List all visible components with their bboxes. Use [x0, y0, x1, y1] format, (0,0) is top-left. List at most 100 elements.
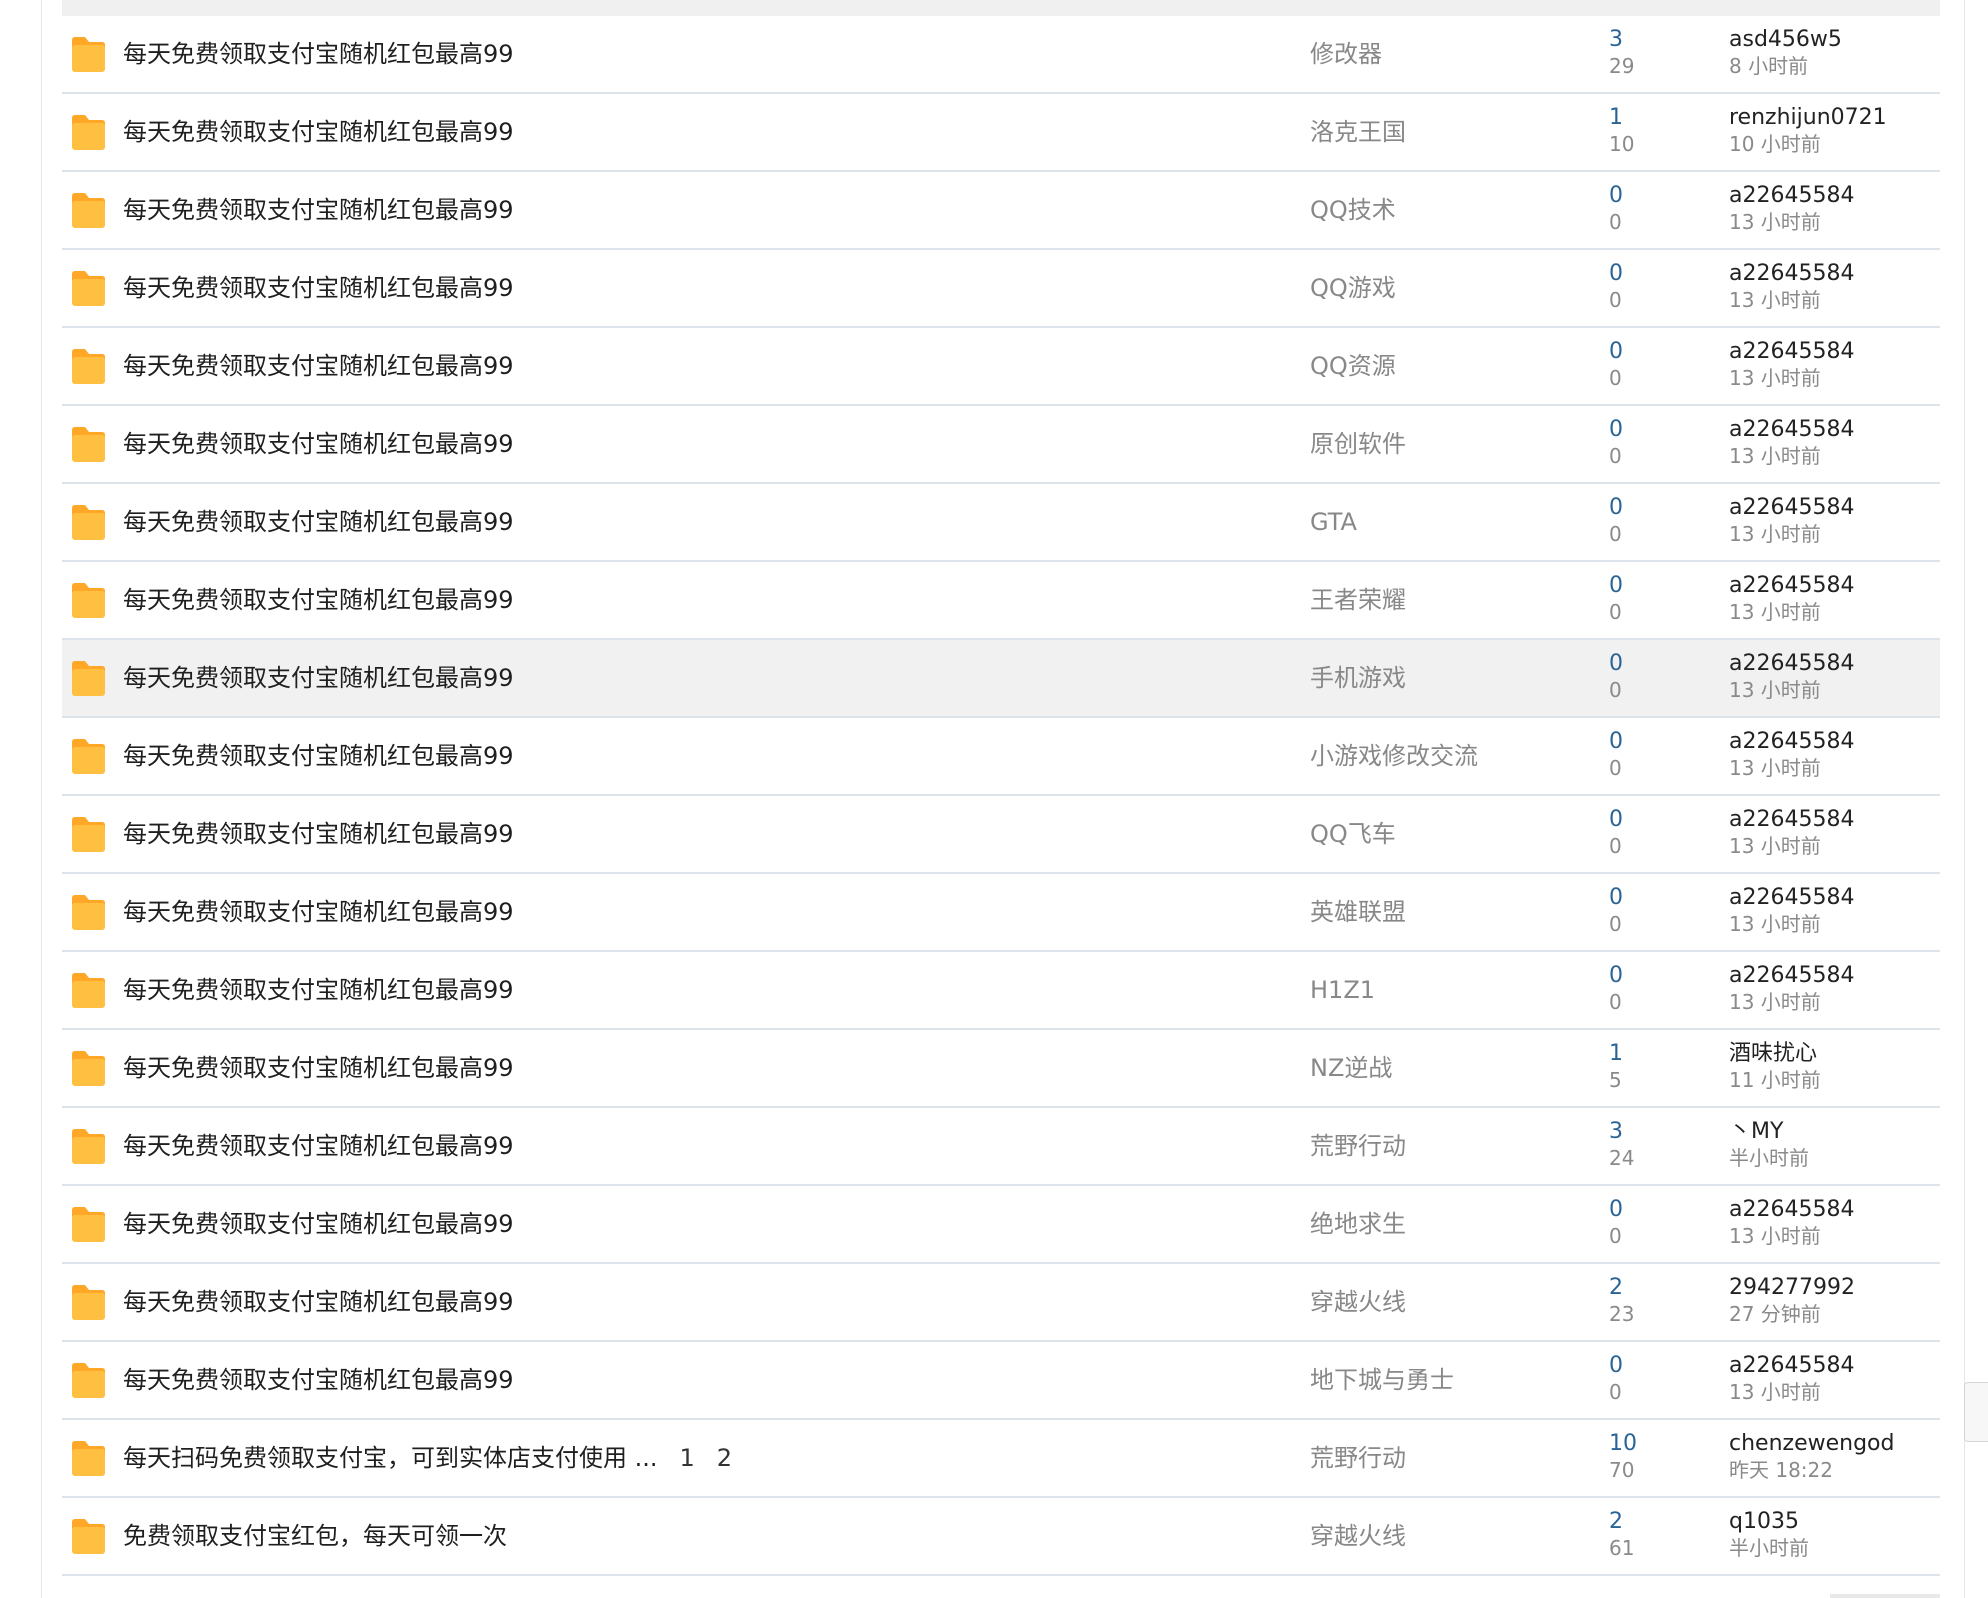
reply-count[interactable]: 0: [1609, 1353, 1623, 1379]
last-post-user-link[interactable]: a22645584: [1729, 1353, 1854, 1379]
thread-title-text[interactable]: 每天免费领取支付宝随机红包最高99: [123, 1054, 514, 1082]
thread-title-link[interactable]: 每天免费领取支付宝随机红包最高99: [123, 1108, 514, 1184]
thread-title-link[interactable]: 每天免费领取支付宝随机红包最高99: [123, 718, 514, 794]
last-post-user-link[interactable]: a22645584: [1729, 807, 1854, 833]
thread-row[interactable]: 每天免费领取支付宝随机红包最高99 洛克王国 1 10 renzhijun0721 10 …: [62, 94, 1940, 172]
reply-count[interactable]: 0: [1609, 417, 1623, 443]
thread-title-text[interactable]: 每天免费领取支付宝随机红包最高99: [123, 586, 514, 614]
thread-title-link[interactable]: 每天免费领取支付宝随机红包最高99: [123, 1264, 514, 1340]
last-post-user-link[interactable]: a22645584: [1729, 1197, 1854, 1223]
thread-title-text[interactable]: 每天免费领取支付宝随机红包最高99: [123, 196, 514, 224]
thread-row[interactable]: 每天免费领取支付宝随机红包最高99 原创软件 0 0 a22645584 13 小时前: [62, 406, 1940, 484]
reply-count[interactable]: 2: [1609, 1275, 1623, 1301]
thread-row[interactable]: 每天免费领取支付宝随机红包最高99 QQ飞车 0 0 a22645584 13 小时前: [62, 796, 1940, 874]
thread-title-text[interactable]: 每天免费领取支付宝随机红包最高99: [123, 664, 514, 692]
thread-row[interactable]: 每天免费领取支付宝随机红包最高99 H1Z1 0 0 a22645584 13 小时前: [62, 952, 1940, 1030]
last-post-user-link[interactable]: a22645584: [1729, 183, 1854, 209]
thread-row[interactable]: 每天免费领取支付宝随机红包最高99 修改器 3 29 asd456w5 8 小时前: [62, 16, 1940, 94]
thread-title-text[interactable]: 每天免费领取支付宝随机红包最高99: [123, 352, 514, 380]
last-post-user-link[interactable]: a22645584: [1729, 963, 1854, 989]
thread-title-link[interactable]: 免费领取支付宝红包，每天可领一次: [123, 1498, 507, 1574]
reply-count[interactable]: 0: [1609, 1197, 1623, 1223]
thread-title-text[interactable]: 每天扫码免费领取支付宝，可到实体店支付使用 ...: [123, 1444, 658, 1472]
reply-count[interactable]: 0: [1609, 183, 1623, 209]
last-post-user-link[interactable]: a22645584: [1729, 339, 1854, 365]
thread-title-link[interactable]: 每天免费领取支付宝随机红包最高99: [123, 640, 514, 716]
thread-page-link[interactable]: 1: [680, 1444, 695, 1472]
last-post-user-link[interactable]: renzhijun0721: [1729, 105, 1887, 131]
last-post-user-link[interactable]: a22645584: [1729, 885, 1854, 911]
thread-title-link[interactable]: 每天免费领取支付宝随机红包最高99: [123, 406, 514, 482]
thread-forum-link[interactable]: GTA: [1310, 484, 1357, 560]
thread-row[interactable]: 每天免费领取支付宝随机红包最高99 穿越火线 2 23 294277992 27 分钟前: [62, 1264, 1940, 1342]
last-post-user-link[interactable]: a22645584: [1729, 261, 1854, 287]
thread-forum-link[interactable]: 洛克王国: [1310, 94, 1406, 170]
last-post-user-link[interactable]: 丶MY: [1729, 1119, 1783, 1145]
thread-forum-link[interactable]: QQ游戏: [1310, 250, 1396, 326]
reply-count[interactable]: 2: [1609, 1509, 1623, 1535]
reply-count[interactable]: 0: [1609, 963, 1623, 989]
thread-title-text[interactable]: 每天免费领取支付宝随机红包最高99: [123, 898, 514, 926]
thread-forum-link[interactable]: NZ逆战: [1310, 1030, 1392, 1106]
thread-forum-link[interactable]: QQ资源: [1310, 328, 1396, 404]
last-post-user-link[interactable]: a22645584: [1729, 495, 1854, 521]
thread-title-text[interactable]: 每天免费领取支付宝随机红包最高99: [123, 274, 514, 302]
thread-title-text[interactable]: 每天免费领取支付宝随机红包最高99: [123, 1366, 514, 1394]
thread-row[interactable]: 每天免费领取支付宝随机红包最高99 QQ技术 0 0 a22645584 13 小时前: [62, 172, 1940, 250]
thread-forum-link[interactable]: 小游戏修改交流: [1310, 718, 1478, 794]
reply-count[interactable]: 0: [1609, 339, 1623, 365]
last-post-user-link[interactable]: a22645584: [1729, 729, 1854, 755]
reply-count[interactable]: 1: [1609, 1041, 1623, 1067]
reply-count[interactable]: 0: [1609, 807, 1623, 833]
thread-forum-link[interactable]: 绝地求生: [1310, 1186, 1406, 1262]
thread-row[interactable]: 每天扫码免费领取支付宝，可到实体店支付使用 ... 1 2 荒野行动 10 70 chenz…: [62, 1420, 1940, 1498]
reply-count[interactable]: 0: [1609, 495, 1623, 521]
reply-count[interactable]: 0: [1609, 261, 1623, 287]
thread-title-link[interactable]: 每天免费领取支付宝随机红包最高99: [123, 484, 514, 560]
thread-forum-link[interactable]: 荒野行动: [1310, 1108, 1406, 1184]
thread-forum-link[interactable]: 荒野行动: [1310, 1420, 1406, 1496]
thread-row[interactable]: 每天免费领取支付宝随机红包最高99 荒野行动 3 24 丶MY 半小时前: [62, 1108, 1940, 1186]
reply-count[interactable]: 0: [1609, 729, 1623, 755]
thread-title-text[interactable]: 每天免费领取支付宝随机红包最高99: [123, 1210, 514, 1238]
thread-title-link[interactable]: 每天免费领取支付宝随机红包最高99: [123, 1030, 514, 1106]
reply-count[interactable]: 1: [1609, 105, 1623, 131]
thread-title-link[interactable]: 每天免费领取支付宝随机红包最高99: [123, 952, 514, 1028]
thread-forum-link[interactable]: 原创软件: [1310, 406, 1406, 482]
thread-title-text[interactable]: 每天免费领取支付宝随机红包最高99: [123, 430, 514, 458]
reply-count[interactable]: 0: [1609, 885, 1623, 911]
thread-title-text[interactable]: 每天免费领取支付宝随机红包最高99: [123, 1132, 514, 1160]
last-post-user-link[interactable]: 酒味扰心: [1729, 1041, 1817, 1067]
thread-forum-link[interactable]: 手机游戏: [1310, 640, 1406, 716]
thread-title-link[interactable]: 每天免费领取支付宝随机红包最高99: [123, 562, 514, 638]
thread-title-link[interactable]: 每天免费领取支付宝随机红包最高99: [123, 796, 514, 872]
thread-title-text[interactable]: 每天免费领取支付宝随机红包最高99: [123, 742, 514, 770]
last-post-user-link[interactable]: a22645584: [1729, 651, 1854, 677]
scroll-to-top-handle[interactable]: [1964, 1382, 1988, 1442]
thread-forum-link[interactable]: 穿越火线: [1310, 1498, 1406, 1574]
thread-title-link[interactable]: 每天免费领取支付宝随机红包最高99: [123, 874, 514, 950]
reply-count[interactable]: 3: [1609, 1119, 1623, 1145]
thread-row[interactable]: 每天免费领取支付宝随机红包最高99 王者荣耀 0 0 a22645584 13 小时前: [62, 562, 1940, 640]
reply-count[interactable]: 0: [1609, 651, 1623, 677]
thread-title-link[interactable]: 每天免费领取支付宝随机红包最高99: [123, 94, 514, 170]
thread-row[interactable]: 每天免费领取支付宝随机红包最高99 QQ资源 0 0 a22645584 13 小时前: [62, 328, 1940, 406]
thread-title-text[interactable]: 每天免费领取支付宝随机红包最高99: [123, 1288, 514, 1316]
last-post-user-link[interactable]: 294277992: [1729, 1275, 1855, 1301]
thread-title-text[interactable]: 每天免费领取支付宝随机红包最高99: [123, 508, 514, 536]
thread-forum-link[interactable]: 王者荣耀: [1310, 562, 1406, 638]
last-post-user-link[interactable]: a22645584: [1729, 417, 1854, 443]
thread-title-text[interactable]: 免费领取支付宝红包，每天可领一次: [123, 1522, 507, 1550]
thread-forum-link[interactable]: 修改器: [1310, 16, 1382, 92]
thread-title-link[interactable]: 每天扫码免费领取支付宝，可到实体店支付使用 ... 1 2: [123, 1420, 732, 1496]
thread-row[interactable]: 每天免费领取支付宝随机红包最高99 地下城与勇士 0 0 a22645584 13 小时前: [62, 1342, 1940, 1420]
reply-count[interactable]: 10: [1609, 1431, 1637, 1457]
thread-title-text[interactable]: 每天免费领取支付宝随机红包最高99: [123, 40, 514, 68]
thread-forum-link[interactable]: 地下城与勇士: [1310, 1342, 1454, 1418]
thread-forum-link[interactable]: H1Z1: [1310, 952, 1375, 1028]
reply-count[interactable]: 3: [1609, 27, 1623, 53]
thread-title-text[interactable]: 每天免费领取支付宝随机红包最高99: [123, 976, 514, 1004]
thread-title-link[interactable]: 每天免费领取支付宝随机红包最高99: [123, 328, 514, 404]
thread-forum-link[interactable]: 英雄联盟: [1310, 874, 1406, 950]
thread-title-text[interactable]: 每天免费领取支付宝随机红包最高99: [123, 118, 514, 146]
